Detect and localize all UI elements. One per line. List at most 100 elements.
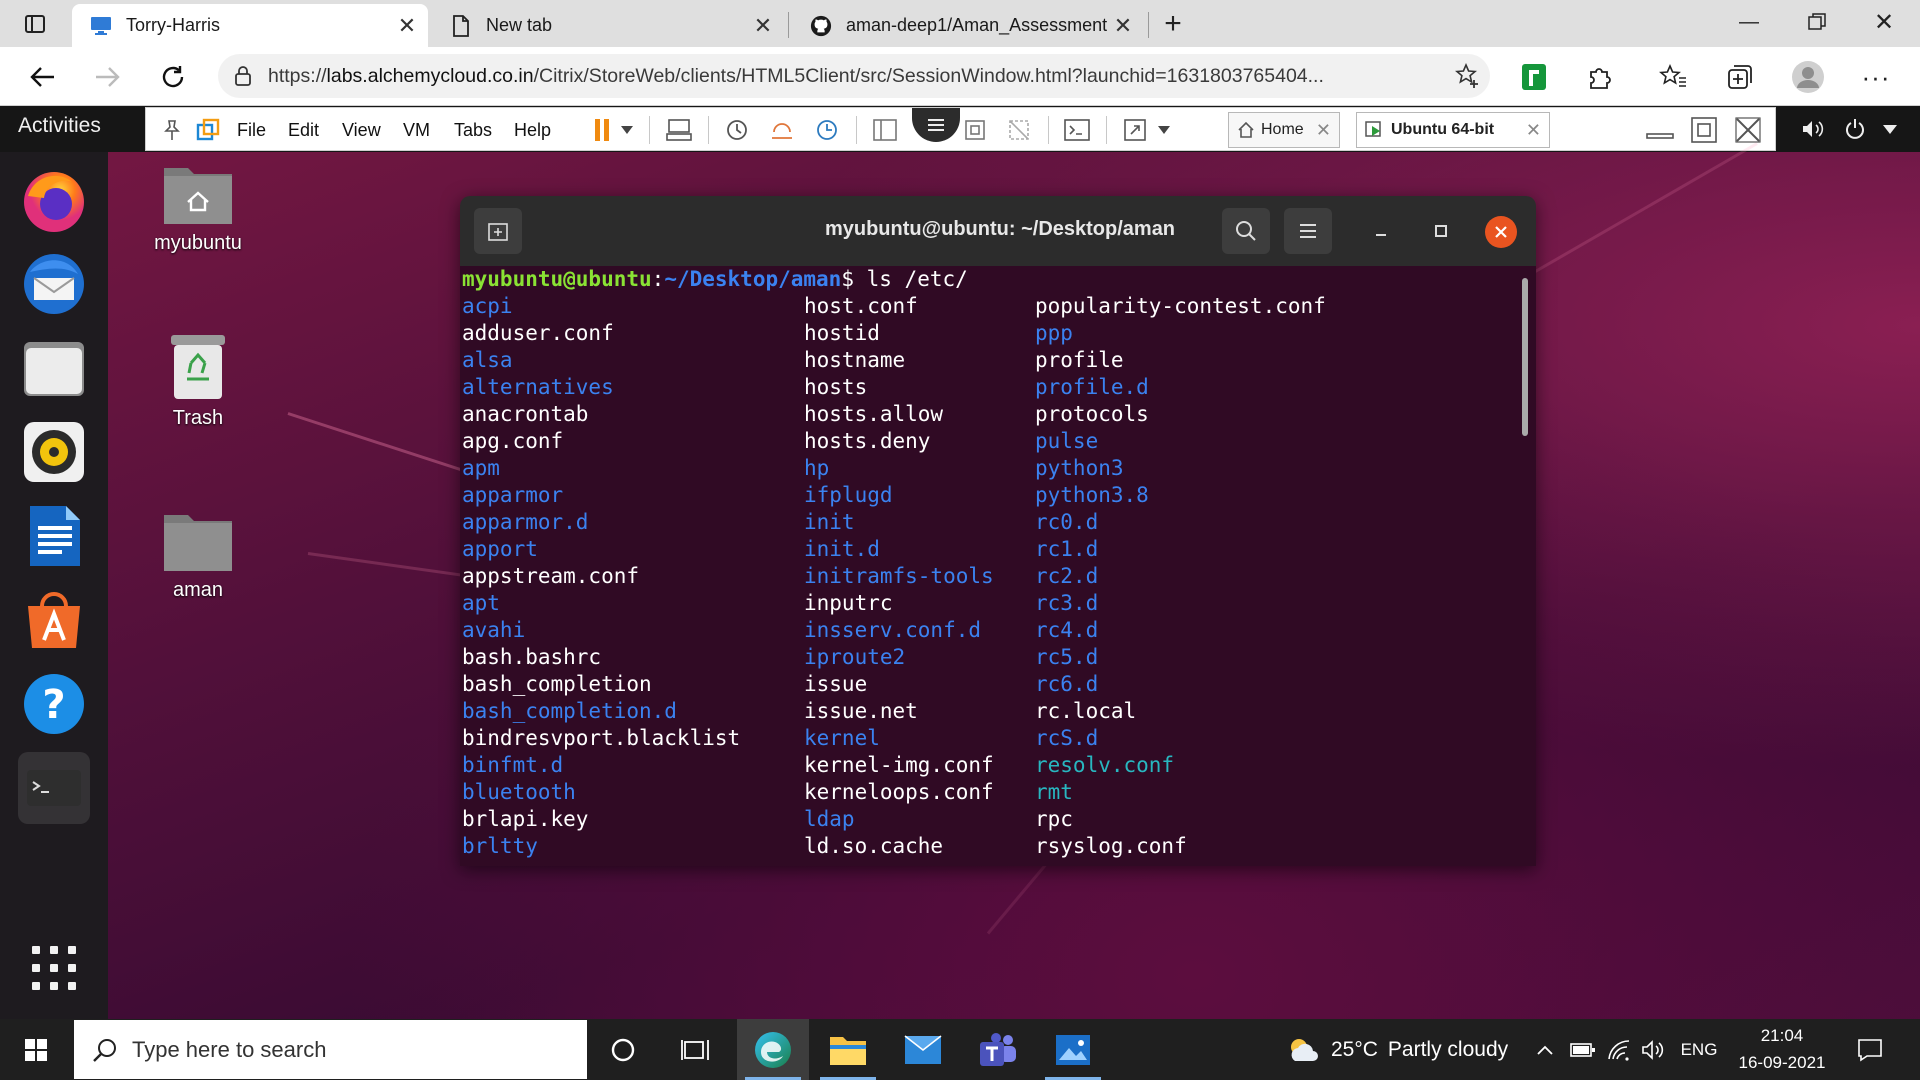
- vm-tab-home[interactable]: Home ✕: [1228, 112, 1340, 148]
- speaker-icon[interactable]: [1638, 1019, 1668, 1080]
- show-applications-button[interactable]: [18, 932, 90, 1004]
- weather-widget[interactable]: 25°C Partly cloudy: [1285, 1019, 1508, 1080]
- vm-close-icon[interactable]: [1730, 114, 1766, 146]
- terminal-close-button[interactable]: [1485, 216, 1517, 248]
- show-hidden-icons-button[interactable]: [1530, 1019, 1560, 1080]
- vm-tab-ubuntu[interactable]: Ubuntu 64-bit ✕: [1356, 112, 1550, 148]
- taskbar-photos[interactable]: [1037, 1019, 1109, 1080]
- terminal-title: myubuntu@ubuntu: ~/Desktop/aman: [824, 218, 1176, 240]
- tab-torry-harris[interactable]: Torry-Harris ✕: [72, 4, 428, 47]
- terminal-maximize-button[interactable]: [1426, 216, 1456, 246]
- vm-minimize-icon[interactable]: [1642, 114, 1678, 146]
- refresh-button[interactable]: [153, 57, 193, 97]
- chevron-down-icon[interactable]: [1876, 112, 1904, 146]
- chevron-down-icon[interactable]: [1154, 114, 1174, 146]
- tab-close-icon[interactable]: ✕: [748, 11, 778, 41]
- menu-button[interactable]: [1284, 208, 1332, 254]
- taskbar-search-box[interactable]: Type here to search: [74, 1020, 587, 1079]
- close-window-button[interactable]: ✕: [1852, 0, 1916, 44]
- notification-center-button[interactable]: [1848, 1019, 1892, 1080]
- favorites-icon[interactable]: [1654, 58, 1692, 96]
- fit-guest-icon[interactable]: [958, 114, 992, 146]
- new-tab-button[interactable]: [474, 208, 522, 254]
- tab-new-tab[interactable]: New tab ✕: [432, 4, 784, 47]
- volume-icon[interactable]: [1796, 112, 1830, 146]
- ls-entry: python3.8: [1035, 483, 1149, 507]
- chevron-up-icon: [1537, 1045, 1553, 1055]
- ls-entry: rc1.d: [1035, 537, 1099, 561]
- taskbar-teams[interactable]: [962, 1019, 1034, 1080]
- console-view-icon[interactable]: [1060, 114, 1094, 146]
- snapshot-icon[interactable]: [720, 114, 754, 146]
- taskbar-file-explorer[interactable]: [812, 1019, 884, 1080]
- send-ctrl-alt-del-icon[interactable]: [662, 114, 696, 146]
- collections-icon[interactable]: [1721, 58, 1759, 96]
- back-button[interactable]: [22, 57, 62, 97]
- ls-column-2: host.conf hostid hostname hosts hosts.allow h…: [804, 293, 994, 860]
- vm-restore-icon[interactable]: [1686, 114, 1722, 146]
- menu-file[interactable]: File: [237, 114, 266, 146]
- desktop-icon-myubuntu[interactable]: myubuntu: [133, 160, 263, 255]
- chevron-down-icon[interactable]: [617, 114, 637, 146]
- tab-label: New tab: [486, 15, 553, 35]
- ls-entry: brltty: [462, 834, 538, 858]
- battery-icon[interactable]: [1566, 1019, 1600, 1080]
- taskbar-mail[interactable]: [887, 1019, 959, 1080]
- menu-tabs[interactable]: Tabs: [454, 114, 492, 146]
- files-launcher[interactable]: [18, 332, 90, 404]
- terminal-launcher[interactable]: [18, 752, 90, 824]
- url-field[interactable]: https://labs.alchemycloud.co.in/Citrix/S…: [218, 54, 1490, 98]
- firefox-launcher[interactable]: [18, 164, 90, 236]
- tab-close-icon[interactable]: ✕: [392, 11, 422, 41]
- help-launcher[interactable]: ?: [18, 668, 90, 740]
- thunderbird-launcher[interactable]: [18, 248, 90, 320]
- libreoffice-writer-launcher[interactable]: [18, 500, 90, 572]
- tab-github[interactable]: aman-deep1/Aman_Assessment ✕: [792, 4, 1144, 47]
- desktop-icon-trash[interactable]: Trash: [133, 333, 263, 430]
- extensions-icon[interactable]: [1581, 58, 1619, 96]
- desktop-icon-aman[interactable]: aman: [133, 507, 263, 602]
- start-button[interactable]: [0, 1019, 72, 1080]
- more-menu-icon[interactable]: ···: [1857, 58, 1895, 96]
- extension-sheets-icon[interactable]: [1515, 58, 1553, 96]
- rhythmbox-launcher[interactable]: [18, 416, 90, 488]
- taskbar-edge[interactable]: [737, 1019, 809, 1080]
- ubuntu-software-launcher[interactable]: [18, 584, 90, 656]
- restore-button[interactable]: [1785, 0, 1849, 44]
- terminal-scrollbar[interactable]: [1522, 278, 1528, 436]
- forward-button[interactable]: [88, 57, 128, 97]
- menu-view[interactable]: View: [342, 114, 381, 146]
- cortana-button[interactable]: [590, 1019, 656, 1080]
- search-button[interactable]: [1222, 208, 1270, 254]
- pin-icon[interactable]: [156, 114, 188, 146]
- pause-icon[interactable]: [589, 114, 615, 146]
- unity-icon[interactable]: [1002, 114, 1036, 146]
- wifi-icon[interactable]: [1604, 1019, 1634, 1080]
- search-placeholder: Type here to search: [132, 1036, 327, 1062]
- revert-snapshot-icon[interactable]: [765, 114, 799, 146]
- terminal-minimize-button[interactable]: [1366, 216, 1396, 246]
- tab-close-icon[interactable]: ✕: [1108, 11, 1138, 41]
- terminal-output[interactable]: myubuntu@ubuntu:~/Desktop/aman$ ls /etc/…: [460, 266, 1536, 866]
- minimize-button[interactable]: —: [1717, 0, 1781, 44]
- task-view-button[interactable]: [662, 1019, 728, 1080]
- ls-entry: apparmor: [462, 483, 564, 507]
- teams-icon: [980, 1032, 1016, 1066]
- menu-vm[interactable]: VM: [403, 114, 430, 146]
- taskbar-clock[interactable]: 21:04 16-09-2021: [1728, 1022, 1836, 1076]
- snapshot-manager-icon[interactable]: [810, 114, 844, 146]
- menu-edit[interactable]: Edit: [288, 114, 319, 146]
- activities-button[interactable]: Activities: [18, 114, 101, 138]
- tab-close-icon[interactable]: ✕: [1526, 120, 1541, 141]
- fullscreen-icon[interactable]: [1118, 114, 1152, 146]
- input-language[interactable]: ENG: [1676, 1019, 1722, 1080]
- tab-actions-button[interactable]: [14, 9, 56, 39]
- add-favorite-icon[interactable]: [1446, 63, 1490, 89]
- sidebar-toggle-icon[interactable]: [868, 114, 902, 146]
- new-tab-button[interactable]: +: [1155, 7, 1191, 40]
- hamburger-menu-icon[interactable]: [912, 108, 960, 142]
- power-icon[interactable]: [1838, 112, 1872, 146]
- tab-close-icon[interactable]: ✕: [1316, 120, 1331, 141]
- profile-avatar-icon[interactable]: [1789, 58, 1827, 96]
- menu-help[interactable]: Help: [514, 114, 551, 146]
